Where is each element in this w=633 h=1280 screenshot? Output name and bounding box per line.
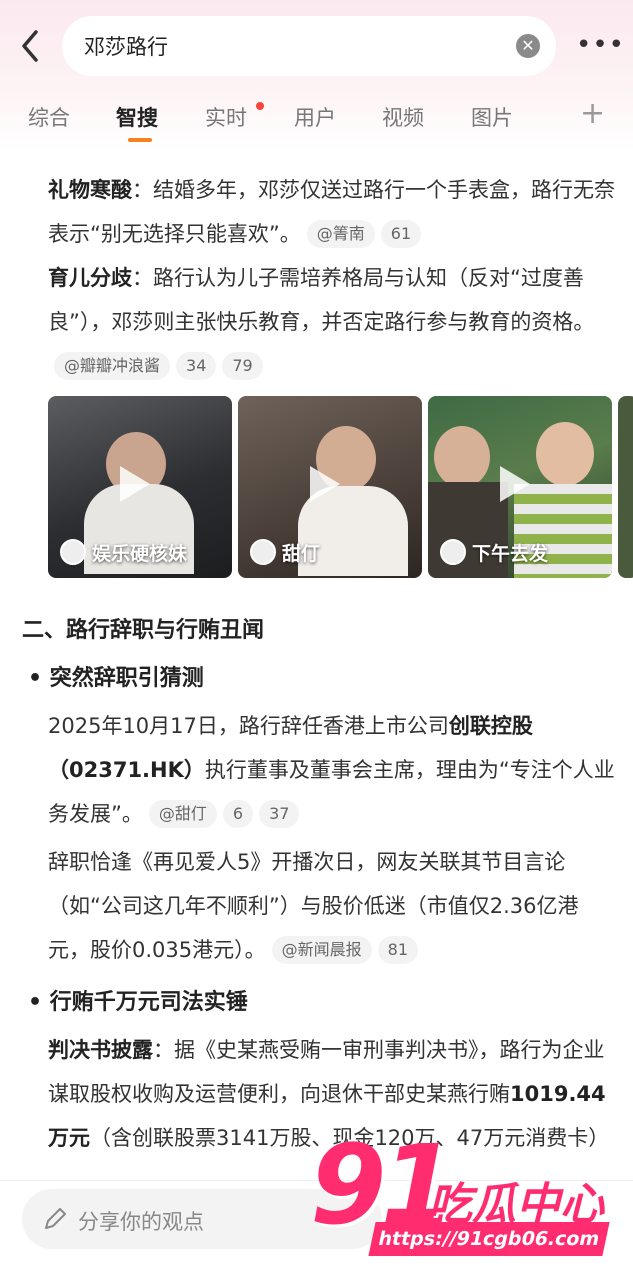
video-card[interactable]: 娱乐硬核妹 — [48, 396, 232, 578]
back-arrow-icon[interactable] — [14, 26, 46, 66]
item-title: 礼物寒酸 — [48, 178, 132, 202]
play-icon — [120, 466, 150, 502]
tab-video[interactable]: 视频 — [382, 102, 424, 132]
ref-count[interactable]: 79 — [222, 352, 263, 380]
item-title: 判决书披露 — [48, 1038, 153, 1062]
tab-comprehensive[interactable]: 综合 — [28, 102, 70, 132]
more-options-icon[interactable]: ••• — [576, 30, 624, 60]
notification-dot — [256, 102, 264, 110]
bullet-heading: • 行贿千万元司法实锤 — [28, 990, 248, 1015]
play-icon — [500, 466, 530, 502]
ref-count[interactable]: 81 — [377, 936, 418, 964]
ref-count[interactable]: 6 — [222, 800, 254, 828]
avatar — [440, 539, 466, 565]
tab-images[interactable]: 图片 — [471, 102, 513, 132]
person-thumbnail — [434, 426, 490, 488]
ref-count[interactable]: 61 — [380, 220, 422, 248]
video-author-name: 甜仃 — [282, 543, 321, 565]
video-author-name: 娱乐硬核妹 — [92, 543, 188, 565]
list-item: 礼物寒酸：结婚多年，邓莎仅送过路行一个手表盒，路行无奈表示“别无选择只能喜欢”。… — [48, 168, 620, 256]
video-author-name: 下午去发 — [472, 543, 549, 565]
share-placeholder[interactable]: 分享你的观点 — [78, 1206, 204, 1236]
ref-count[interactable]: 37 — [259, 800, 300, 828]
item-title: 育儿分歧 — [48, 266, 132, 290]
section-heading: 二、路行辞职与行贿丑闻 — [22, 618, 265, 643]
video-author: 娱乐硬核妹 — [60, 539, 187, 566]
list-item: 育儿分歧：路行认为儿子需培养格局与认知（反对“过度善良”），邓莎则主张快乐教育，… — [48, 256, 620, 388]
tab-users[interactable]: 用户 — [294, 102, 336, 132]
video-card[interactable]: 下午去发 — [428, 396, 612, 578]
video-card-partial[interactable] — [618, 396, 633, 578]
add-tab-icon[interactable]: + — [580, 96, 605, 131]
close-circle-icon[interactable]: ✕ — [516, 34, 540, 58]
avatar — [60, 539, 86, 565]
watermark-url: https://91cgb06.com — [368, 1222, 610, 1256]
item-text: 2025年10月17日，路行辞任香港上市公司 — [48, 714, 449, 738]
tab-realtime[interactable]: 实时 — [205, 102, 247, 132]
tab-smart-search[interactable]: 智搜 — [116, 102, 158, 132]
source-tag[interactable]: @箐南 — [306, 220, 375, 248]
play-icon — [310, 466, 340, 502]
search-results[interactable]: 礼物寒酸：结婚多年，邓莎仅送过路行一个手表盒，路行无奈表示“别无选择只能喜欢”。… — [0, 150, 633, 1180]
pen-icon — [45, 1208, 66, 1229]
person-thumbnail — [536, 422, 594, 486]
video-card[interactable]: 甜仃 — [238, 396, 422, 578]
ref-count[interactable]: 34 — [176, 352, 217, 380]
video-author: 甜仃 — [250, 539, 320, 566]
tab-bar: 综合 智搜 实时 用户 视频 图片 + — [0, 94, 633, 150]
list-item: 辞职恰逢《再见爱人5》开播次日，网友关联其节目言论（如“公司这几年不顺利”）与股… — [48, 840, 620, 972]
source-tag[interactable]: @甜仃 — [148, 800, 217, 828]
video-author: 下午去发 — [440, 539, 548, 566]
list-item: 2025年10月17日，路行辞任香港上市公司创联控股（02371.HK）执行董事… — [48, 704, 620, 836]
source-tag[interactable]: @新闻晨报 — [271, 936, 372, 964]
top-bar: 邓莎路行 ✕ ••• 综合 智搜 实时 用户 视频 图片 + — [0, 0, 633, 150]
search-query[interactable]: 邓莎路行 — [84, 31, 168, 61]
bullet-heading: • 突然辞职引猜测 — [28, 666, 204, 691]
source-tag[interactable]: @瓣瓣冲浪酱 — [54, 352, 171, 380]
avatar — [250, 539, 276, 565]
search-box[interactable]: 邓莎路行 ✕ — [62, 16, 556, 76]
active-tab-indicator — [128, 138, 152, 142]
